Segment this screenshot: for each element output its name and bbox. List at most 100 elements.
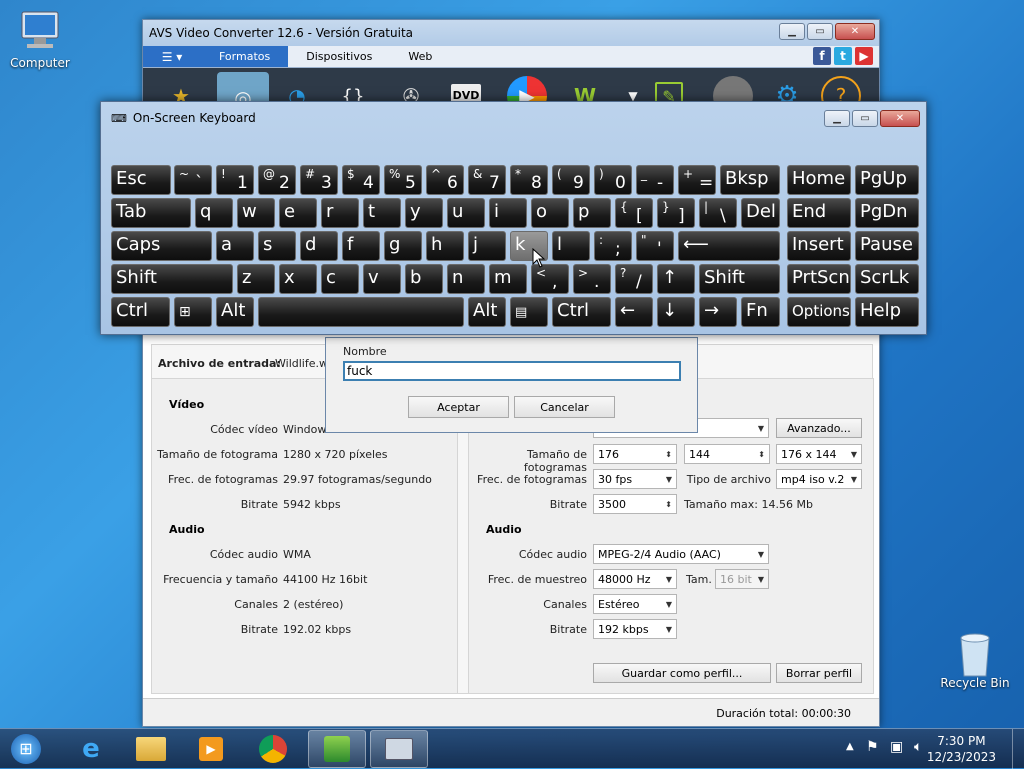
key-g[interactable]: g — [384, 231, 422, 261]
frame-height-spinner[interactable]: 144 ⬍ — [684, 444, 770, 464]
tab-formatos[interactable]: Formatos — [201, 46, 289, 67]
osk-maximize-button[interactable]: ▭ — [852, 110, 878, 127]
key-right-bracket[interactable]: }] — [657, 198, 695, 228]
key-d[interactable]: d — [300, 231, 338, 261]
osk-titlebar[interactable]: ⌨ On-Screen Keyboard ▁ ▭ ✕ — [101, 102, 926, 134]
key-comma[interactable]: <, — [531, 264, 569, 294]
key-windows[interactable]: ⊞ — [174, 297, 212, 327]
accept-button[interactable]: Aceptar — [408, 396, 509, 418]
frame-width-spinner[interactable]: 176 ⬍ — [593, 444, 677, 464]
key-shift-right[interactable]: Shift — [699, 264, 780, 294]
key-equals[interactable]: + = — [678, 165, 716, 195]
key-shift-left[interactable]: Shift — [111, 264, 233, 294]
desktop-icon-computer[interactable]: Computer — [0, 10, 80, 70]
delete-profile-button[interactable]: Borrar perfil — [776, 663, 862, 683]
fps-combo[interactable]: 30 fps ▼ — [593, 469, 677, 489]
start-button[interactable]: ⊞ — [4, 730, 48, 768]
key-7[interactable]: & 7 — [468, 165, 506, 195]
key-slash[interactable]: ? / — [615, 264, 653, 294]
close-button[interactable]: ✕ — [835, 23, 875, 40]
key-right[interactable]: → — [699, 297, 737, 327]
key-alt-right[interactable]: Alt — [468, 297, 506, 327]
system-clock[interactable]: 7:30 PM 12/23/2023 — [927, 733, 996, 765]
key-r[interactable]: r — [321, 198, 359, 228]
volume-icon[interactable]: 🔈︎ — [914, 739, 922, 755]
key-quote[interactable]: " ' — [636, 231, 674, 261]
taskbar-avs[interactable] — [308, 730, 366, 768]
menu-button[interactable]: ☰ ▾ — [143, 46, 201, 67]
tab-web[interactable]: Web — [390, 46, 450, 67]
key-6[interactable]: ^ 6 — [426, 165, 464, 195]
key-z[interactable]: z — [237, 264, 275, 294]
key-p[interactable]: p — [573, 198, 611, 228]
key-t[interactable]: t — [363, 198, 401, 228]
key-backspace[interactable]: Bksp — [720, 165, 780, 195]
avs-titlebar[interactable]: AVS Video Converter 12.6 - Versión Gratu… — [143, 20, 879, 46]
key-b[interactable]: b — [405, 264, 443, 294]
key-u[interactable]: u — [447, 198, 485, 228]
key-backslash[interactable]: | \ — [699, 198, 737, 228]
key-c[interactable]: c — [321, 264, 359, 294]
key-backtick[interactable]: ~ ` — [174, 165, 212, 195]
key-ctrl-right[interactable]: Ctrl — [552, 297, 611, 327]
show-desktop-button[interactable] — [1012, 729, 1024, 769]
key-j[interactable]: j — [468, 231, 506, 261]
key-down[interactable]: ↓ — [657, 297, 695, 327]
key-semicolon[interactable]: :; — [594, 231, 632, 261]
minimize-button[interactable]: ▁ — [779, 23, 805, 40]
key-e[interactable]: e — [279, 198, 317, 228]
key-h[interactable]: h — [426, 231, 464, 261]
action-center-icon[interactable]: ⚑ — [866, 739, 879, 755]
key-q[interactable]: q — [195, 198, 233, 228]
key-v[interactable]: v — [363, 264, 401, 294]
taskbar-media[interactable]: ▶ — [182, 730, 240, 768]
key-x[interactable]: x — [279, 264, 317, 294]
key-esc[interactable]: Esc — [111, 165, 171, 195]
key-up[interactable]: ↑ — [657, 264, 695, 294]
facebook-icon[interactable]: f — [813, 47, 831, 65]
taskbar-chrome[interactable] — [244, 730, 302, 768]
key-scrlk[interactable]: ScrLk — [855, 264, 919, 294]
twitter-icon[interactable]: t — [834, 47, 852, 65]
advanced-button[interactable]: Avanzado... — [776, 418, 862, 438]
key-m[interactable]: m — [489, 264, 527, 294]
key-ctrl-left[interactable]: Ctrl — [111, 297, 170, 327]
tab-dispositivos[interactable]: Dispositivos — [288, 46, 390, 67]
channels-combo[interactable]: Estéreo ▼ — [593, 594, 677, 614]
key-prtscn[interactable]: PrtScn — [787, 264, 851, 294]
key-s[interactable]: s — [258, 231, 296, 261]
key-space[interactable] — [258, 297, 464, 327]
key-8[interactable]: * 8 — [510, 165, 548, 195]
key-end[interactable]: End — [787, 198, 851, 228]
key-period[interactable]: >. — [573, 264, 611, 294]
key-l[interactable]: l — [552, 231, 590, 261]
key-help[interactable]: Help — [855, 297, 919, 327]
key-2[interactable]: @2 — [258, 165, 296, 195]
cancel-button[interactable]: Cancelar — [514, 396, 615, 418]
key-f[interactable]: f — [342, 231, 380, 261]
sample-rate-combo[interactable]: 48000 Hz ▼ — [593, 569, 677, 589]
maximize-button[interactable]: ▭ — [807, 23, 833, 40]
key-w[interactable]: w — [237, 198, 275, 228]
key-options[interactable]: Options — [787, 297, 851, 327]
frame-size-combo[interactable]: 176 x 144 ▼ — [776, 444, 862, 464]
osk-minimize-button[interactable]: ▁ — [824, 110, 850, 127]
save-profile-button[interactable]: Guardar como perfil... — [593, 663, 771, 683]
key-caps[interactable]: Caps — [111, 231, 212, 261]
osk-close-button[interactable]: ✕ — [880, 110, 920, 127]
key-left-bracket[interactable]: {[ — [615, 198, 653, 228]
name-input[interactable] — [343, 361, 681, 381]
key-left[interactable]: ← — [615, 297, 653, 327]
taskbar-ie[interactable]: e — [62, 730, 120, 768]
key-tab[interactable]: Tab — [111, 198, 191, 228]
key-0[interactable]: ) 0 — [594, 165, 632, 195]
key-y[interactable]: y — [405, 198, 443, 228]
key-minus[interactable]: _ - — [636, 165, 674, 195]
audio-bitrate-combo[interactable]: 192 kbps ▼ — [593, 619, 677, 639]
key-insert[interactable]: Insert — [787, 231, 851, 261]
show-hidden-icons[interactable]: ▲ — [846, 741, 854, 752]
key-fn[interactable]: Fn — [741, 297, 780, 327]
key-pgdn[interactable]: PgDn — [855, 198, 919, 228]
desktop-icon-recycle-bin[interactable]: Recycle Bin — [935, 630, 1015, 690]
youtube-icon[interactable]: ▶ — [855, 47, 873, 65]
